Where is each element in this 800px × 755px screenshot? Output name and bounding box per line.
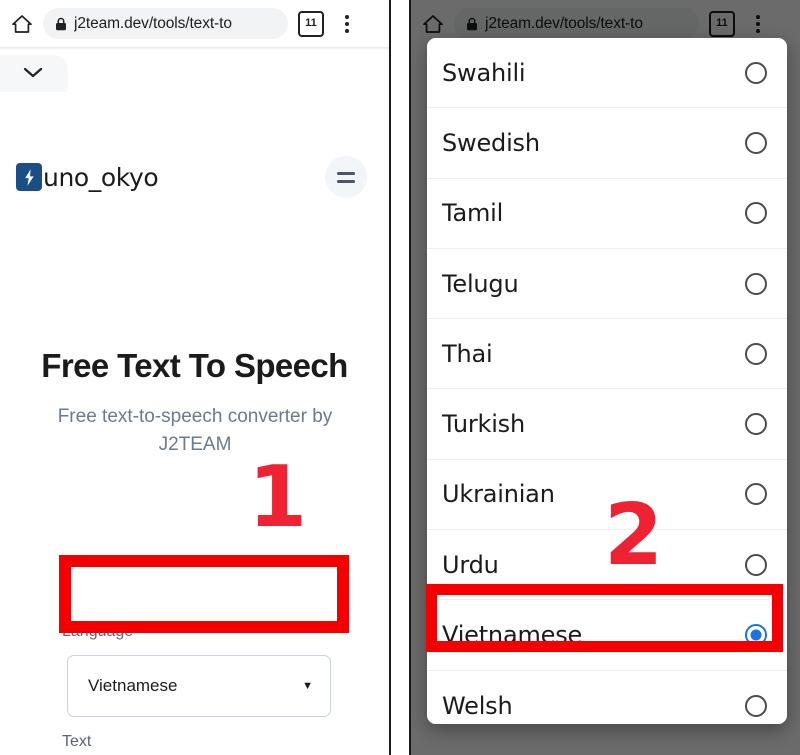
radio-button[interactable] bbox=[745, 202, 767, 225]
language-option-label: Tamil bbox=[442, 199, 504, 228]
radio-button[interactable] bbox=[745, 483, 767, 506]
language-select[interactable]: Vietnamese ▼ bbox=[67, 655, 331, 717]
language-option-label: Swedish bbox=[442, 128, 540, 157]
chevron-down-icon bbox=[22, 66, 44, 84]
lightning-bolt-icon bbox=[16, 163, 42, 191]
site-header: uno_okyo bbox=[0, 144, 389, 210]
left-panel-before-selection: j2team.dev/tools/text-to 11 uno_okyo Fre… bbox=[0, 0, 391, 755]
kebab-menu-icon[interactable] bbox=[337, 13, 357, 35]
kebab-dot bbox=[345, 28, 349, 33]
caret-down-icon: ▼ bbox=[302, 680, 313, 692]
tab-count-label: 11 bbox=[305, 17, 317, 29]
language-option-label: Ukrainian bbox=[442, 480, 555, 509]
web-page-content: uno_okyo Free Text To Speech Free text-t… bbox=[0, 92, 389, 755]
annotation-highlight-one bbox=[59, 555, 349, 633]
language-option-row[interactable]: Swahili bbox=[427, 38, 787, 109]
language-option-row[interactable]: Telugu bbox=[427, 248, 787, 320]
radio-button[interactable] bbox=[745, 342, 767, 365]
address-bar[interactable]: j2team.dev/tools/text-to bbox=[43, 8, 288, 39]
language-option-label: Urdu bbox=[442, 550, 499, 579]
url-text: j2team.dev/tools/text-to bbox=[74, 14, 232, 32]
tab-count-button[interactable]: 11 bbox=[298, 10, 324, 37]
language-option-row[interactable]: Tamil bbox=[427, 178, 787, 249]
browser-toolbar: j2team.dev/tools/text-to 11 bbox=[0, 0, 389, 47]
hamburger-menu-icon[interactable] bbox=[325, 156, 367, 198]
language-option-label: Thai bbox=[442, 339, 493, 368]
kebab-dot bbox=[345, 14, 349, 19]
lock-icon bbox=[55, 17, 67, 31]
annotation-number-two: 2 bbox=[604, 486, 664, 585]
language-select-value: Vietnamese bbox=[88, 676, 178, 695]
radio-button[interactable] bbox=[745, 131, 767, 154]
radio-button[interactable] bbox=[745, 61, 767, 84]
site-logo-text: uno_okyo bbox=[43, 162, 159, 192]
kebab-dot bbox=[345, 21, 349, 26]
site-logo[interactable]: uno_okyo bbox=[16, 162, 159, 192]
radio-button[interactable] bbox=[745, 272, 767, 295]
hamburger-bar bbox=[337, 179, 355, 183]
radio-button[interactable] bbox=[745, 553, 767, 576]
language-option-row[interactable]: Welsh bbox=[427, 670, 787, 724]
language-option-label: Swahili bbox=[442, 58, 526, 87]
radio-button[interactable] bbox=[745, 413, 767, 436]
hamburger-bar bbox=[337, 171, 355, 175]
language-option-label: Telugu bbox=[442, 269, 519, 298]
tab-strip bbox=[0, 50, 389, 92]
screenshot-stage: j2team.dev/tools/text-to 11 uno_okyo Fre… bbox=[0, 0, 800, 755]
page-title: Free Text To Speech bbox=[41, 347, 348, 384]
tab-expand-button[interactable] bbox=[0, 57, 66, 92]
home-icon[interactable] bbox=[9, 11, 35, 37]
language-option-label: Welsh bbox=[442, 691, 513, 720]
language-option-row[interactable]: Thai bbox=[427, 319, 787, 390]
annotation-number-one: 1 bbox=[248, 448, 308, 547]
radio-button[interactable] bbox=[745, 694, 767, 717]
language-option-row[interactable]: Turkish bbox=[427, 389, 787, 460]
language-option-label: Turkish bbox=[442, 410, 525, 439]
annotation-highlight-two bbox=[426, 584, 783, 652]
language-option-row[interactable]: Swedish bbox=[427, 108, 787, 179]
text-label: Text bbox=[62, 733, 92, 750]
